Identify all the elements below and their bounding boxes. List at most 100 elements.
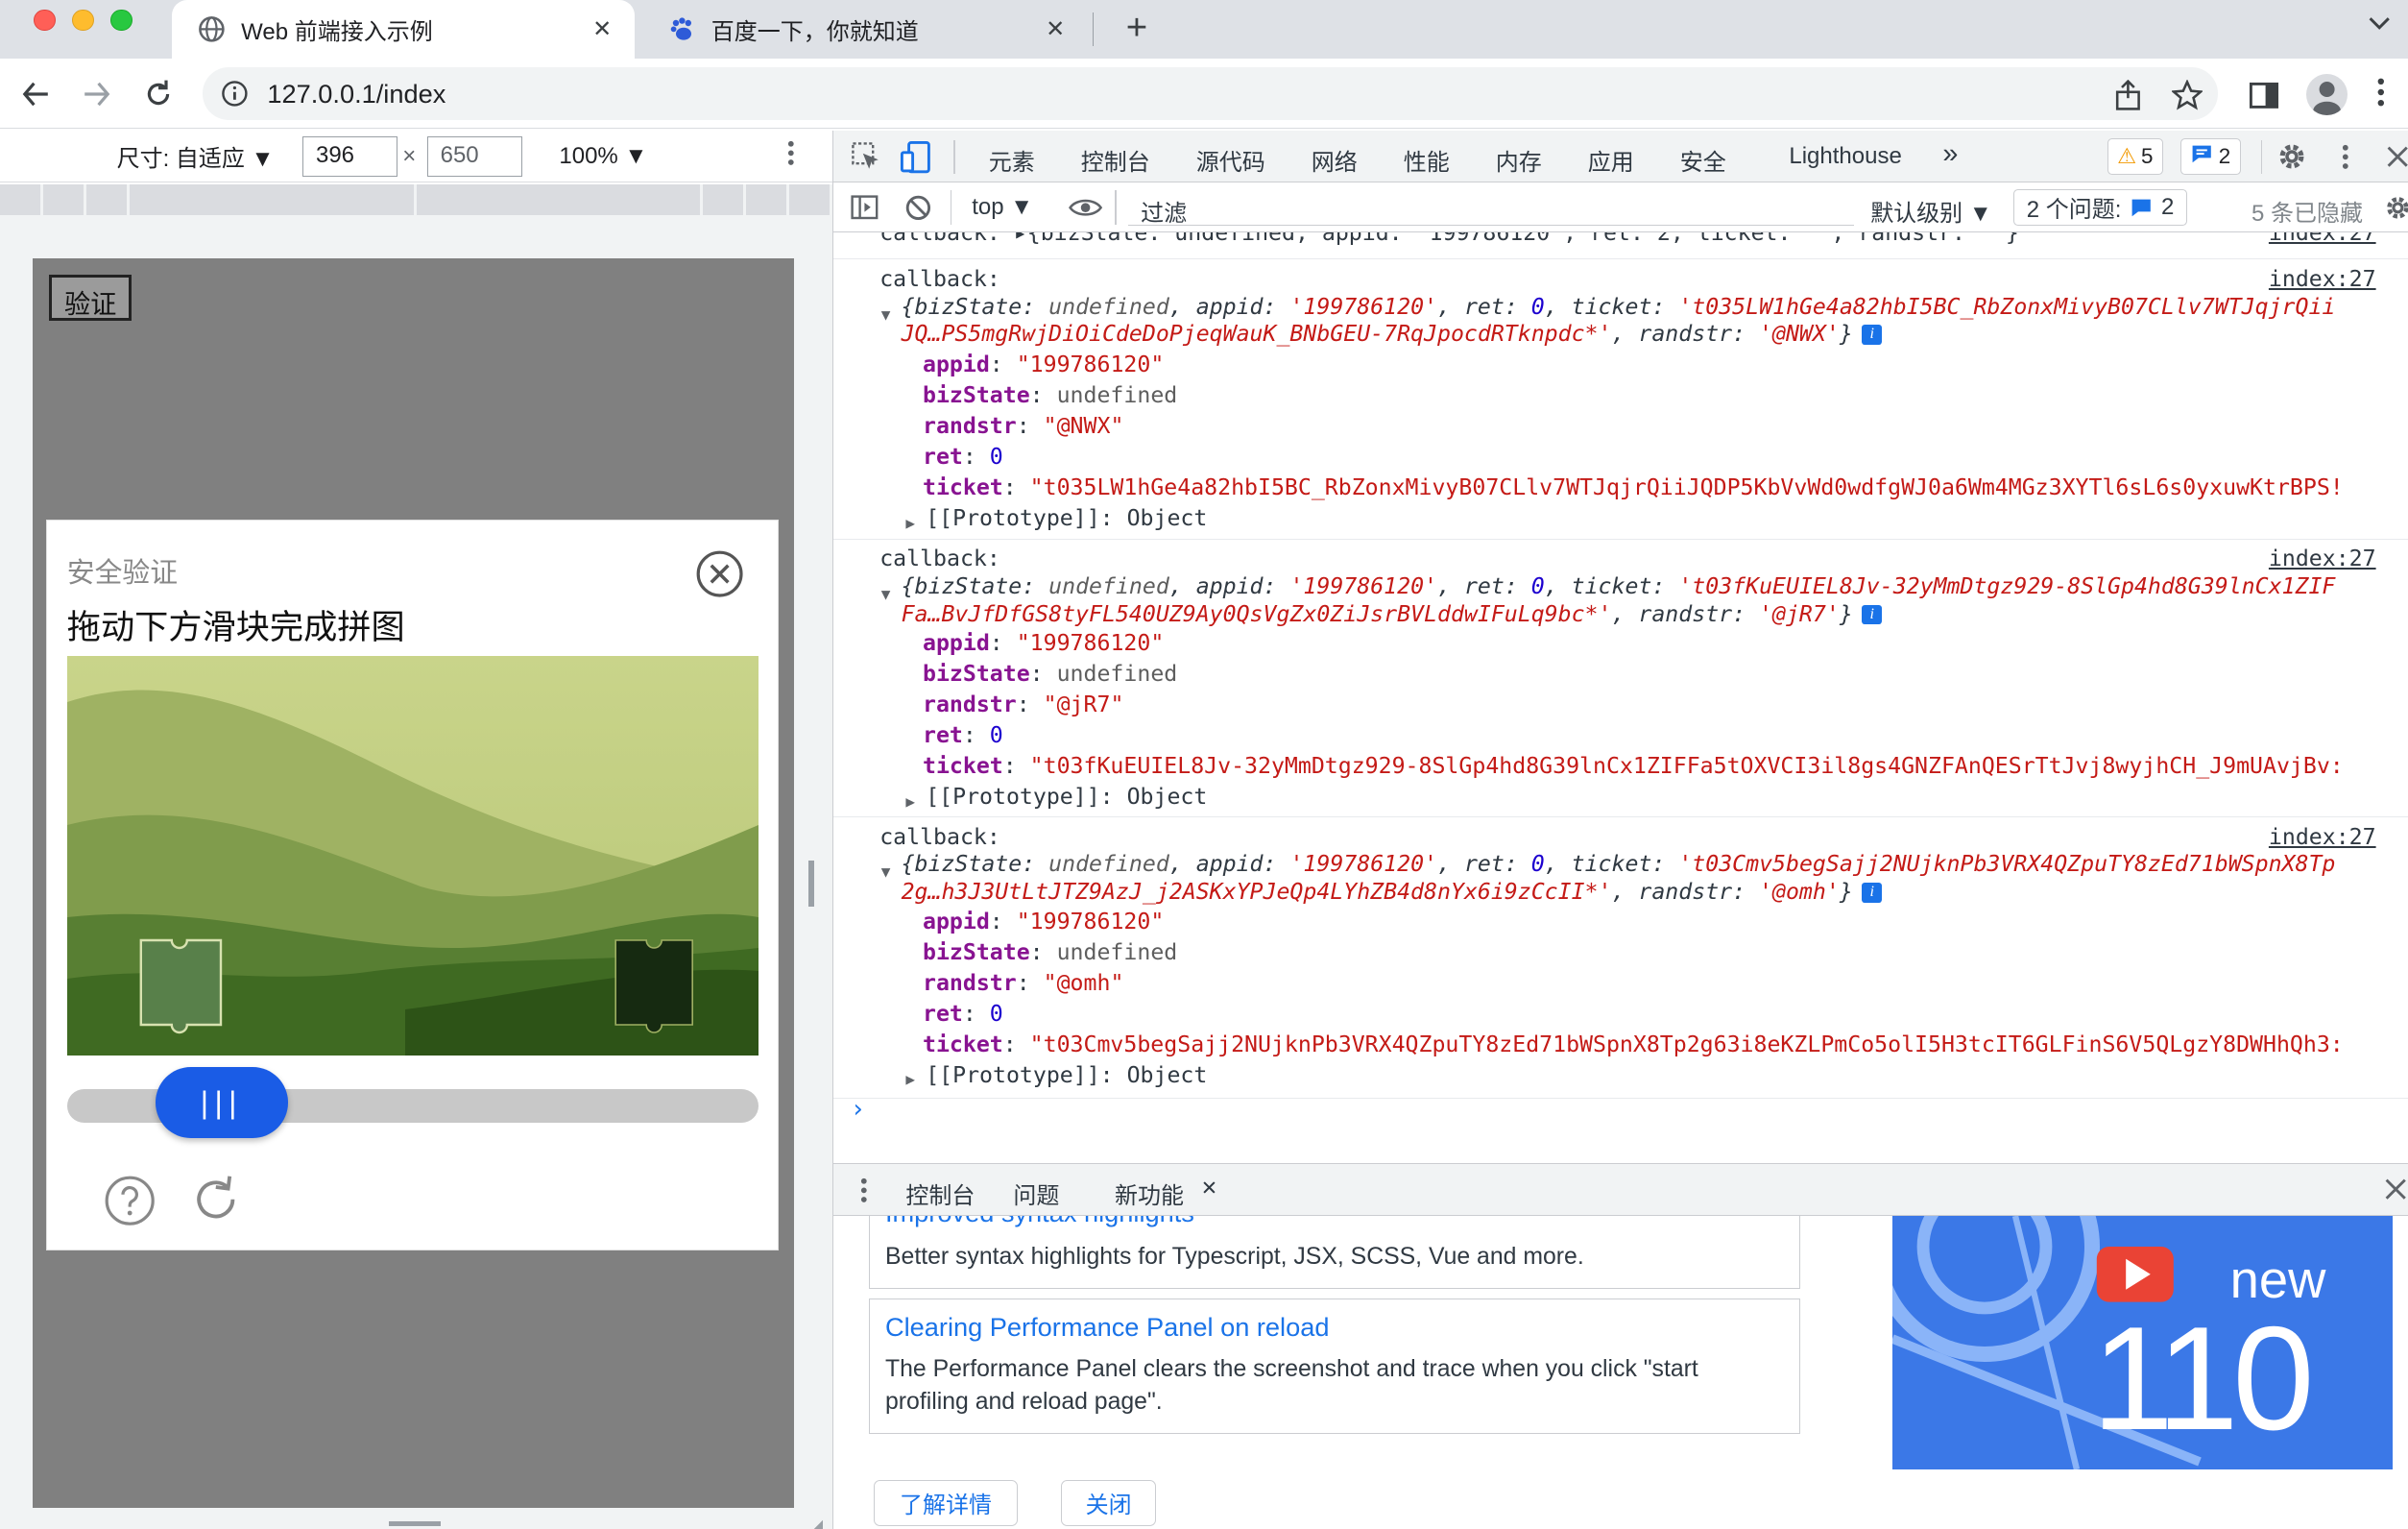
warnings-badge[interactable]: ⚠ 5	[2107, 138, 2164, 176]
close-window-button[interactable]	[34, 9, 56, 31]
console-settings-gear-icon[interactable]	[2382, 192, 2408, 223]
side-panel-icon[interactable]	[2248, 79, 2281, 112]
triangle-right-icon[interactable]: ▶	[905, 1066, 915, 1094]
triangle-right-icon[interactable]: ▶	[905, 510, 915, 538]
separator	[2260, 139, 2263, 174]
messages-badge[interactable]: 2	[2180, 138, 2241, 176]
close-button[interactable]: 关闭	[1060, 1479, 1157, 1526]
profile-avatar[interactable]	[2305, 73, 2348, 115]
settings-gear-icon[interactable]	[2275, 140, 2308, 174]
zoom-dropdown[interactable]: 100% ▼	[559, 143, 647, 170]
share-icon[interactable]	[2110, 79, 2144, 112]
log-levels-dropdown[interactable]: 默认级别 ▼	[1870, 194, 1991, 228]
device-toggle-icon[interactable]	[900, 140, 933, 174]
warning-count: 5	[2141, 144, 2154, 169]
devtools-menu-icon[interactable]	[2328, 140, 2362, 174]
star-icon[interactable]	[2171, 79, 2204, 112]
dimensions-dropdown[interactable]: 尺寸: 自适应 ▼	[117, 139, 275, 173]
tab-network[interactable]: 网络	[1312, 143, 1358, 177]
back-button[interactable]	[15, 74, 56, 114]
tab-performance[interactable]: 性能	[1404, 143, 1450, 177]
reload-button[interactable]	[138, 74, 179, 114]
feature-description-line2: profiling and reload page".	[884, 1388, 1163, 1415]
issues-button[interactable]: 2 个问题: 2	[2012, 188, 2188, 227]
device-toolbar: 尺寸: 自适应 ▼ 396 × 650 100% ▼	[0, 131, 833, 183]
forward-button[interactable]	[77, 74, 117, 114]
arrow-left-icon	[22, 82, 48, 106]
browser-menu-icon[interactable]	[2376, 77, 2386, 108]
prototype-row[interactable]: [[Prototype]]: Object	[926, 1062, 1207, 1090]
bottom-resize-handle[interactable]	[388, 1521, 442, 1526]
tab-baidu[interactable]: 百度一下，你就知道 ✕	[642, 0, 1088, 59]
drawer-tab-issues[interactable]: 问题	[1013, 1177, 1059, 1210]
tab-elements[interactable]: 元素	[989, 143, 1035, 177]
prototype-row[interactable]: [[Prototype]]: Object	[926, 505, 1207, 533]
help-icon[interactable]	[104, 1175, 156, 1226]
sidebar-toggle-icon[interactable]	[849, 192, 879, 223]
prop-ret: ret: 0	[922, 1000, 1003, 1027]
close-icon[interactable]: ✕	[586, 12, 619, 46]
triangle-down-icon[interactable]: ▼	[881, 859, 891, 886]
info-icon[interactable]	[221, 80, 249, 108]
tab-web-demo[interactable]: Web 前端接入示例 ✕	[172, 0, 635, 59]
object-summary-line1[interactable]: {bizState: undefined, appid: '199786120'…	[902, 573, 2336, 601]
triangle-right-icon[interactable]: ▶	[905, 789, 915, 816]
prop-randstr: randstr: "@NWX"	[922, 413, 1124, 440]
inspect-element-icon[interactable]	[849, 140, 882, 174]
tab-console[interactable]: 控制台	[1080, 143, 1150, 189]
drawer-tab-whats-new[interactable]: 新功能 ✕	[1114, 1177, 1224, 1221]
drawer-menu-icon[interactable]	[859, 1177, 869, 1211]
corner-resize-handle[interactable]: ◢	[811, 1516, 823, 1529]
source-link[interactable]: index:27	[2269, 824, 2376, 852]
source-link[interactable]: index:27	[2269, 266, 2376, 294]
triangle-down-icon[interactable]: ▼	[881, 581, 891, 609]
learn-more-button[interactable]: 了解详情	[873, 1479, 1019, 1526]
close-circle-icon[interactable]	[695, 549, 744, 598]
close-devtools-icon[interactable]	[2380, 140, 2408, 174]
more-options-icon[interactable]	[786, 139, 796, 174]
navigation-bar: 127.0.0.1/index	[0, 58, 2408, 130]
console-output: callback: ▸{bizState: undefined, appid: …	[833, 232, 2408, 1160]
tab-sources[interactable]: 源代码	[1196, 143, 1265, 177]
verify-button[interactable]: 验证	[49, 275, 132, 322]
feature-title-link[interactable]: Clearing Performance Panel on reload	[885, 1312, 1329, 1343]
address-bar[interactable]: 127.0.0.1/index	[203, 67, 2219, 120]
height-input[interactable]: 650	[426, 136, 522, 177]
source-link[interactable]: index:27	[2269, 232, 2376, 248]
tab-lighthouse[interactable]: Lighthouse	[1789, 143, 1901, 170]
tab-memory[interactable]: 内存	[1496, 143, 1542, 177]
source-link[interactable]: index:27	[2269, 546, 2376, 573]
tab-security[interactable]: 安全	[1680, 143, 1726, 177]
prop-ret: ret: 0	[922, 721, 1003, 748]
eye-icon[interactable]	[1069, 192, 1103, 223]
media-query-ruler[interactable]	[0, 184, 833, 215]
viewport-resize-handle[interactable]	[807, 861, 814, 907]
drawer-tab-console[interactable]: 控制台	[905, 1177, 975, 1210]
triangle-down-icon[interactable]: ▼	[881, 302, 891, 329]
maximize-window-button[interactable]	[110, 9, 132, 31]
refresh-icon[interactable]	[188, 1172, 244, 1227]
tab-application[interactable]: 应用	[1588, 143, 1634, 177]
minimize-window-button[interactable]	[72, 9, 94, 31]
more-tabs-button[interactable]: »	[1942, 138, 1958, 170]
filter-input[interactable]: 过滤	[1128, 189, 1854, 227]
prototype-row[interactable]: [[Prototype]]: Object	[926, 784, 1207, 812]
close-icon[interactable]: ✕	[1201, 1177, 1217, 1201]
reload-icon	[147, 80, 169, 105]
width-input[interactable]: 396	[302, 136, 398, 177]
prop-bizstate: bizState: undefined	[922, 938, 1178, 965]
feature-title-link[interactable]: Improved syntax highlights	[885, 1216, 1194, 1229]
issues-label: 2 个问题:	[2026, 197, 2122, 224]
chevron-down-icon[interactable]	[2369, 10, 2390, 37]
console-prompt-chevron-icon[interactable]: ›	[851, 1095, 865, 1124]
close-icon[interactable]: ✕	[1039, 12, 1072, 46]
captcha-title: 安全验证	[66, 557, 178, 589]
object-summary-line1[interactable]: {bizState: undefined, appid: '199786120'…	[902, 294, 2336, 322]
new-tab-button[interactable]: +	[1117, 6, 1157, 49]
context-selector[interactable]: top ▼	[972, 194, 1033, 221]
info-badge-icon: i	[1862, 325, 1883, 346]
clear-console-icon[interactable]	[903, 192, 933, 223]
slider-handle[interactable]: |||	[156, 1067, 288, 1138]
close-drawer-icon[interactable]	[2385, 1178, 2406, 1206]
object-summary-line1[interactable]: {bizState: undefined, appid: '199786120'…	[902, 851, 2336, 879]
